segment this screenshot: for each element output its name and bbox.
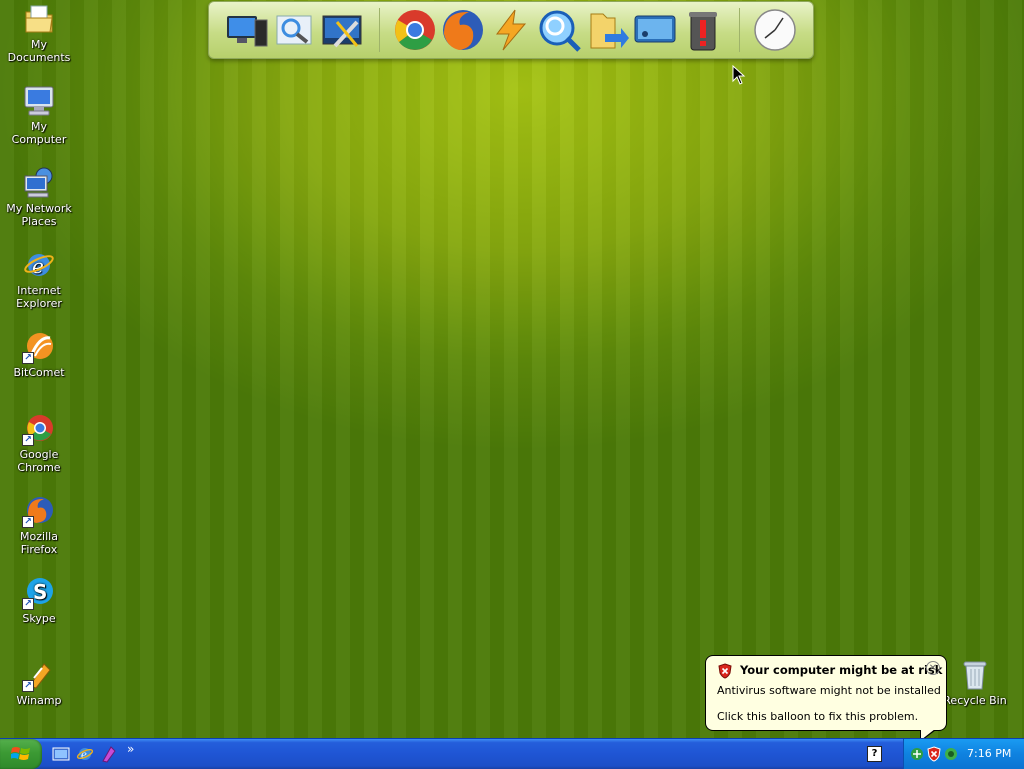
dock-bar [208,1,814,59]
windows-logo-icon [11,747,30,760]
desktop-icon-my-computer[interactable]: My Computer [0,84,78,146]
desktop-icon-label: Skype [22,612,56,625]
firefox-icon[interactable] [441,8,485,52]
settings-tools-icon[interactable] [321,8,365,52]
skype-icon: S ↗ [22,576,56,610]
show-desktop-icon[interactable] [52,745,70,763]
desktop-icon-bitcomet[interactable]: ↗ BitComet [0,330,78,379]
desktop-icon-label: Recycle Bin [943,694,1007,707]
mouse-cursor-icon [732,65,746,85]
desktop-icon-my-documents[interactable]: My Documents [0,2,78,64]
network-tray-icon[interactable] [910,747,924,761]
computer-icon[interactable] [225,8,269,52]
winamp-icon: ↗ [22,658,56,692]
balloon-message: Antivirus software might not be installe… [717,684,941,697]
my-computer-icon [22,84,56,118]
desktop-icon-label: BitComet [13,366,65,379]
winamp-lightning-icon[interactable] [489,8,533,52]
clock-icon[interactable] [753,8,797,52]
shortcut-arrow-icon: ↗ [22,434,34,446]
dock-separator [379,8,380,52]
help-tray-icon[interactable]: ? [867,746,882,762]
start-button[interactable] [0,739,42,769]
desktop-icon-label: My Network Places [6,202,72,228]
desktop-icon-my-network-places[interactable]: My Network Places [0,166,78,228]
desktop-icon-internet-explorer[interactable]: e Internet Explorer [0,248,78,310]
security-shield-icon [718,663,732,679]
taskbar: e » ? 7:16 PM [0,738,1024,769]
desktop-icon-google-chrome[interactable]: ↗ Google Chrome [0,412,78,474]
magnifier-search-icon[interactable] [537,8,581,52]
desktop-icon-winamp[interactable]: ↗ Winamp [0,658,78,707]
security-alert-tray-icon[interactable] [927,746,941,762]
internet-explorer-icon: e [22,248,56,282]
google-chrome-icon: ↗ [22,412,56,446]
close-icon[interactable]: ✕ [926,661,940,675]
desktop-icon-mozilla-firefox[interactable]: ↗ Mozilla Firefox [0,494,78,556]
desktop-icon-label: Internet Explorer [16,284,62,310]
shortcut-arrow-icon: ↗ [22,598,34,610]
balloon-action-text: Click this balloon to fix this problem. [717,710,919,723]
desktop-icon-label: Winamp [16,694,62,707]
my-documents-icon [22,2,56,36]
desktop-icon-label: Google Chrome [17,448,61,474]
volume-tray-icon[interactable] [944,747,958,761]
desktop-icon-skype[interactable]: S ↗ Skype [0,576,78,625]
shortcut-arrow-icon: ↗ [22,680,34,692]
trash-icon[interactable] [681,8,725,52]
security-balloon[interactable]: Your computer might be at risk Antivirus… [705,655,947,742]
winamp-icon[interactable] [100,745,118,763]
shortcut-arrow-icon: ↗ [22,352,34,364]
folder-arrow-icon[interactable] [585,8,629,52]
network-places-icon [22,166,56,200]
balloon-title: Your computer might be at risk [740,663,943,677]
display-icon[interactable] [633,8,677,52]
quick-launch-overflow[interactable]: » [127,742,134,756]
dock-separator [739,8,740,52]
desktop-icon-recycle-bin[interactable]: Recycle Bin [936,658,1014,707]
svg-text:S: S [33,580,47,604]
system-tray: 7:16 PM [903,739,1024,769]
desktop-icon-label: Mozilla Firefox [20,530,58,556]
firefox-icon: ↗ [22,494,56,528]
shortcut-arrow-icon: ↗ [22,516,34,528]
desktop-icon-label: My Computer [11,120,67,146]
bitcomet-icon: ↗ [22,330,56,364]
desktop-icon-label: My Documents [7,38,71,64]
recycle-bin-icon [958,658,992,692]
taskbar-clock[interactable]: 7:16 PM [967,747,1011,760]
internet-explorer-icon[interactable]: e [76,745,94,763]
google-chrome-icon[interactable] [393,8,437,52]
search-photo-icon[interactable] [273,8,317,52]
